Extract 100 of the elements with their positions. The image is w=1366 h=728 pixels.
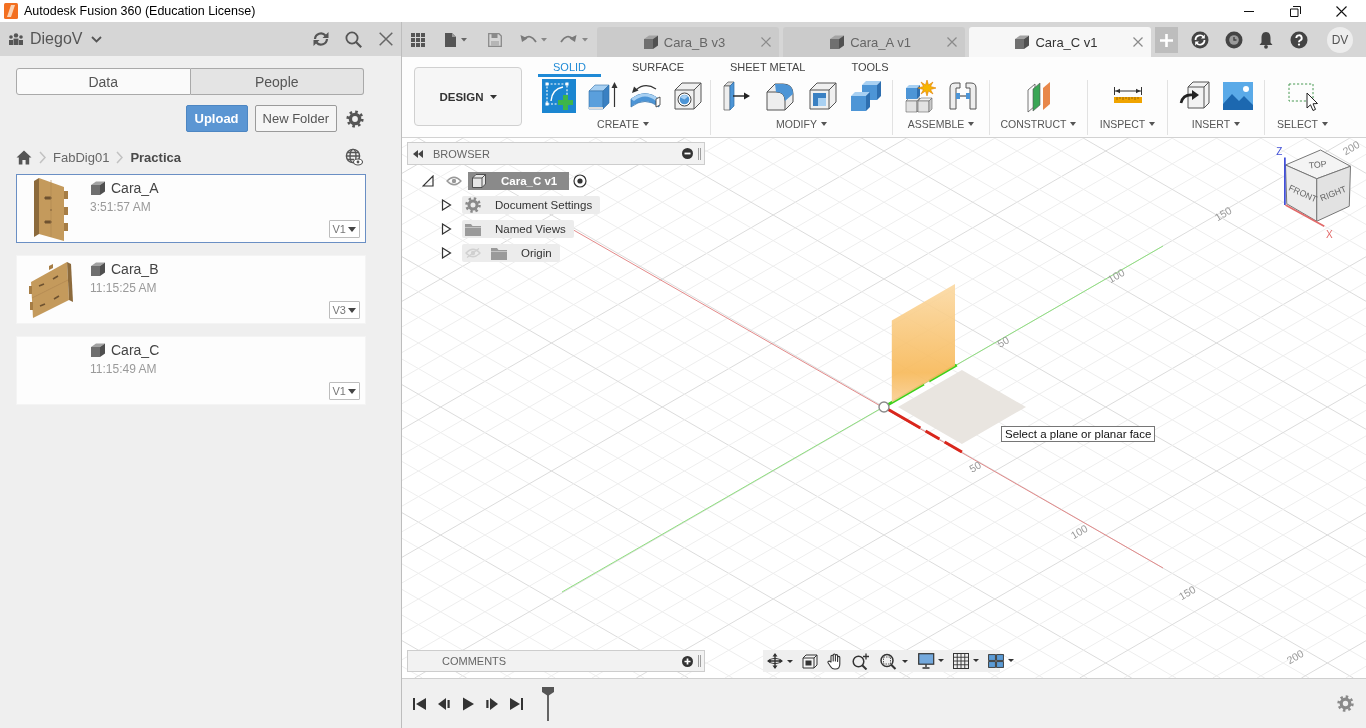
- file-card[interactable]: Cara_C 11:15:49 AM V1: [16, 336, 366, 405]
- folder-icon: [465, 222, 481, 236]
- play-icon[interactable]: [462, 696, 474, 711]
- monitor-icon[interactable]: [918, 653, 944, 669]
- panel-title: BROWSER: [433, 147, 490, 160]
- file-card[interactable]: Cara_B 11:15:25 AM V3: [16, 255, 366, 324]
- toolbar-tab[interactable]: SHEET METAL: [715, 57, 821, 77]
- tool-group-dropdown[interactable]: ASSEMBLE: [907, 118, 975, 130]
- eye-icon[interactable]: [446, 176, 462, 186]
- axis-letter-label: X: [1325, 228, 1333, 240]
- app-logo-icon: [4, 3, 18, 19]
- minus-circle-icon[interactable]: [682, 148, 693, 159]
- gear-icon: [465, 197, 481, 213]
- cube-front-icon[interactable]: [802, 653, 818, 669]
- magnifier-dashed-box-icon[interactable]: [879, 652, 909, 670]
- panel-tab[interactable]: People: [190, 68, 364, 95]
- toolbar-tab[interactable]: TOOLS: [836, 57, 904, 77]
- version-dropdown[interactable]: V3: [328, 301, 360, 319]
- document-tab[interactable]: Cara_A v1: [783, 27, 965, 57]
- file-name: Cara_C: [111, 342, 160, 358]
- file-name: Cara_A: [111, 180, 159, 196]
- expand-arrow-icon[interactable]: [441, 247, 452, 259]
- axis-tick-label: 100: [1068, 521, 1090, 542]
- document-tab[interactable]: Cara_B v3: [597, 27, 779, 57]
- skip-to-end-icon[interactable]: [510, 696, 523, 711]
- caret-down-icon: [642, 122, 649, 126]
- wooden-board-drawing: [29, 259, 73, 320]
- tooltip: Select a plane or planar face: [1001, 426, 1156, 442]
- tool-group-dropdown[interactable]: CREATE: [597, 118, 649, 130]
- resize-grip-icon[interactable]: [698, 655, 701, 667]
- box-outline-icon: [471, 173, 487, 189]
- tool-group-dropdown[interactable]: CONSTRUCT: [1000, 118, 1077, 130]
- workspace-dropdown[interactable]: DESIGN: [414, 67, 522, 126]
- joined-cubes-icon[interactable]: [849, 79, 883, 113]
- file-name: Cara_B: [111, 261, 159, 277]
- tool-group-dropdown[interactable]: INSERT: [1191, 118, 1241, 130]
- orbit-arrows-icon[interactable]: [767, 653, 793, 669]
- tool-group-dropdown[interactable]: MODIFY: [776, 118, 827, 130]
- four-panes-icon[interactable]: [988, 653, 1014, 669]
- cube-z-axis-line: [1284, 156, 1286, 206]
- caret-down-icon: [1070, 122, 1077, 126]
- settings-icon[interactable]: [1337, 695, 1354, 712]
- home-icon[interactable]: [16, 149, 32, 165]
- step-back-icon[interactable]: [438, 696, 450, 711]
- bell-icon[interactable]: [1258, 30, 1274, 49]
- team-icon: [8, 33, 24, 45]
- origin-point[interactable]: [878, 401, 890, 413]
- breadcrumb-link[interactable]: FabDig01: [53, 149, 110, 165]
- axis-tick-label: 100: [1105, 265, 1127, 286]
- cubes-sparkle-icon[interactable]: [902, 79, 937, 113]
- circular-arrows-icon[interactable]: [1191, 30, 1209, 49]
- minimize-icon[interactable]: [1244, 10, 1254, 12]
- cube-icon: [829, 34, 846, 50]
- restore-icon[interactable]: [1289, 5, 1301, 17]
- panel-title: COMMENTS: [442, 655, 507, 667]
- app-grid-icon[interactable]: [411, 32, 425, 47]
- toolbar-tab[interactable]: SURFACE: [617, 57, 699, 77]
- version-dropdown[interactable]: V1: [328, 220, 360, 238]
- grid-icon[interactable]: [953, 653, 979, 669]
- cube-icon: [1014, 34, 1031, 50]
- expand-arrow-icon[interactable]: [441, 199, 452, 211]
- close-icon[interactable]: [1335, 5, 1347, 17]
- hollow-cube-icon[interactable]: [806, 79, 840, 113]
- expand-arrow-icon[interactable]: [441, 223, 452, 235]
- new-folder-button[interactable]: New Folder: [254, 105, 337, 132]
- breadcrumb-link[interactable]: Practica: [130, 149, 181, 165]
- resize-grip-icon[interactable]: [698, 147, 701, 160]
- double-arrow-left-icon[interactable]: [413, 149, 423, 158]
- zoom-in-icon[interactable]: [852, 652, 870, 670]
- tree-item[interactable]: Origin: [462, 244, 560, 262]
- axis-tick-label: 50: [994, 333, 1012, 350]
- file-card[interactable]: Cara_A 3:51:57 AM V1: [16, 174, 366, 243]
- tool-group-dropdown[interactable]: INSPECT: [1099, 118, 1156, 130]
- tree-item[interactable]: Named Views: [462, 220, 574, 238]
- team-dropdown[interactable]: DiegoV: [30, 30, 103, 48]
- expand-arrow-icon[interactable]: [422, 175, 434, 187]
- caret-down-icon: [348, 388, 356, 394]
- settings-icon[interactable]: [346, 109, 364, 128]
- globe-eye-icon[interactable]: [345, 148, 363, 166]
- tool-group-dropdown[interactable]: SELECT: [1277, 118, 1328, 130]
- timeline-marker-icon[interactable]: [542, 687, 554, 721]
- tree-item[interactable]: Document Settings: [462, 196, 601, 214]
- plus-circle-icon[interactable]: [682, 655, 693, 667]
- help-icon[interactable]: [1290, 30, 1308, 49]
- file-icon[interactable]: [444, 31, 468, 48]
- panel-tab[interactable]: Data: [16, 68, 191, 95]
- version-dropdown[interactable]: V1: [328, 382, 360, 400]
- skip-to-start-icon[interactable]: [413, 696, 426, 711]
- hand-pan-icon[interactable]: [827, 652, 843, 670]
- cube-icon: [90, 180, 106, 196]
- clock-icon[interactable]: [1225, 30, 1243, 49]
- sketch-plus-icon[interactable]: [541, 79, 576, 113]
- radio-icon[interactable]: [573, 174, 588, 188]
- refresh-icon[interactable]: [312, 31, 330, 47]
- document-tab[interactable]: Cara_C v1: [969, 27, 1151, 57]
- plus-icon: [1160, 33, 1173, 47]
- search-icon[interactable]: [345, 30, 362, 48]
- step-forward-icon[interactable]: [486, 696, 498, 711]
- image-icon[interactable]: [1220, 79, 1255, 113]
- user-avatar[interactable]: DV: [1327, 26, 1353, 53]
